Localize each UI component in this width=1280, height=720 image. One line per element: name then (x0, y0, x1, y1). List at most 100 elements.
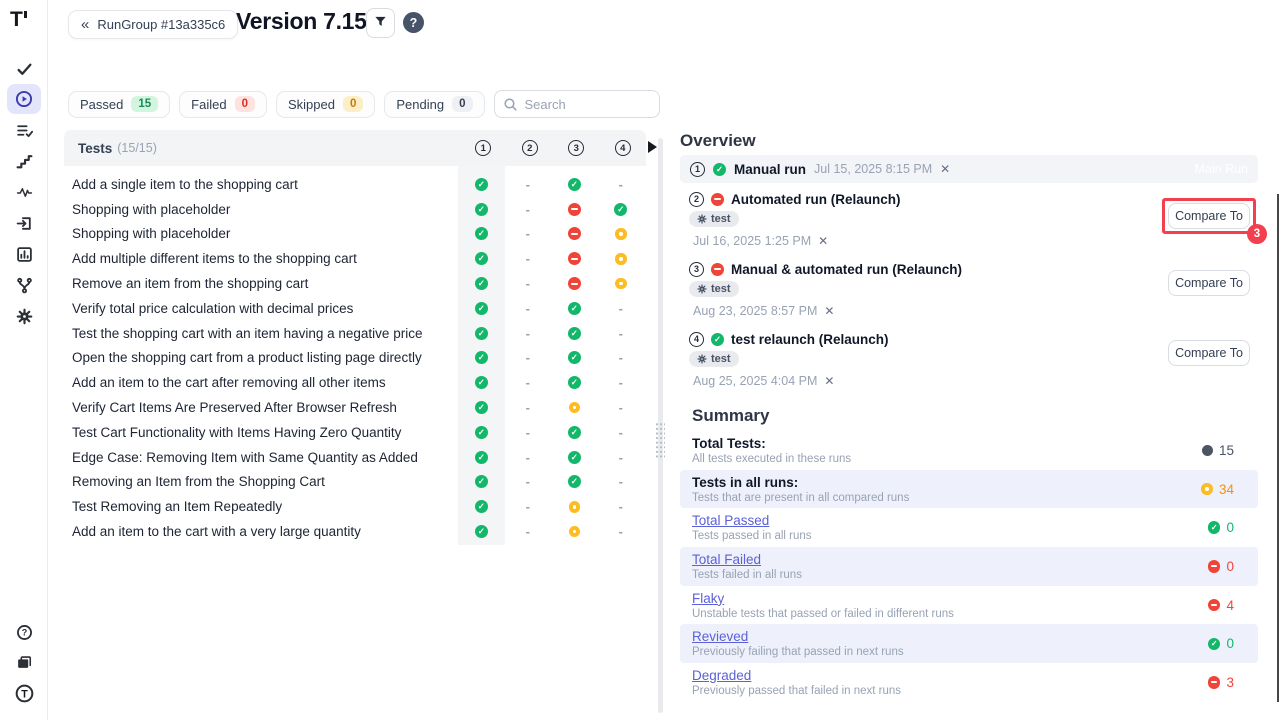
compare-to-button[interactable]: Compare To (1168, 203, 1250, 229)
compare-to-button[interactable]: Compare To (1168, 270, 1250, 296)
check-green-icon (1208, 521, 1221, 534)
status-icon-passed (475, 277, 488, 290)
close-icon[interactable]: ✕ (824, 304, 834, 318)
table-row[interactable]: Removing an Item from the Shopping Cart (64, 470, 646, 495)
filter-chip-failed[interactable]: Failed 0 (179, 91, 267, 118)
analytics-icon[interactable] (7, 239, 41, 269)
filter-chip-pending[interactable]: Pending 0 (384, 91, 484, 118)
status-icon-none (526, 450, 530, 465)
close-icon[interactable]: ✕ (940, 162, 950, 176)
summary-label[interactable]: Total Failed (692, 552, 802, 567)
column-run-1[interactable]: 1 (475, 140, 491, 156)
status-icon-failed (711, 263, 724, 276)
column-run-3[interactable]: 3 (568, 140, 584, 156)
tag-label: test (711, 213, 731, 225)
help-badge-icon[interactable]: ? (403, 12, 424, 33)
status-icon-none (619, 400, 623, 415)
sidebar: T ? T (0, 0, 48, 720)
summary-sublabel: Tests that are present in all compared r… (692, 492, 909, 504)
status-icon-none (526, 326, 530, 341)
runs-icon[interactable] (7, 84, 41, 114)
run-tag[interactable]: test (689, 281, 739, 297)
table-row[interactable]: Verify Cart Items Are Preserved After Br… (64, 395, 646, 420)
table-row[interactable]: Add a single item to the shopping cart (64, 172, 646, 197)
table-row[interactable]: Verify total price calculation with deci… (64, 296, 646, 321)
chip-count-badge: 0 (235, 96, 255, 112)
table-row[interactable]: Edge Case: Removing Item with Same Quant… (64, 445, 646, 470)
summary-heading: Summary (692, 406, 769, 426)
table-row[interactable]: Add multiple different items to the shop… (64, 246, 646, 271)
status-icon-passed (568, 475, 581, 488)
status-icon-none (526, 425, 530, 440)
status-icon-skipped (615, 253, 627, 265)
table-row[interactable]: Test the shopping cart with an item havi… (64, 321, 646, 346)
table-row[interactable]: Shopping with placeholder (64, 222, 646, 247)
splitter-grip-handle[interactable] (655, 422, 665, 460)
table-row[interactable]: Remove an item from the shopping cart (64, 271, 646, 296)
column-run-2[interactable]: 2 (522, 140, 538, 156)
summary-value: 0 (1226, 559, 1234, 574)
search-input[interactable] (494, 90, 660, 118)
tests-table: Tests (15/15) 1 2 3 4 Add a single item … (64, 130, 646, 545)
profile-logo-icon[interactable]: T (7, 678, 41, 708)
steps-icon[interactable] (7, 146, 41, 176)
table-row[interactable]: Shopping with placeholder (64, 197, 646, 222)
close-icon[interactable]: ✕ (818, 234, 828, 248)
status-icon-passed (475, 500, 488, 513)
vertical-scrollbar[interactable] (1277, 194, 1279, 702)
funnel-icon (373, 14, 388, 32)
summary-row: Total Failed Tests failed in all runs 0 (680, 547, 1258, 586)
status-icon-none (619, 524, 623, 539)
status-icon-none (526, 499, 530, 514)
run-date: Aug 23, 2025 8:57 PM (693, 304, 817, 318)
branch-icon[interactable] (7, 270, 41, 300)
gear-icon (697, 354, 707, 364)
run-tag[interactable]: test (689, 211, 739, 227)
compare-to-label: Compare To (1175, 209, 1243, 223)
filter-chip-passed[interactable]: Passed 15 (68, 91, 170, 118)
comparison-panel: Overview 1 Manual run Jul 15, 2025 8:15 … (680, 0, 1258, 720)
table-row[interactable]: Add an item to the cart after removing a… (64, 370, 646, 395)
tests-header-title: Tests (78, 141, 112, 156)
filter-button[interactable] (366, 8, 395, 38)
collapse-panel-icon[interactable] (648, 141, 657, 153)
settings-icon[interactable] (7, 301, 41, 331)
pulse-icon[interactable] (7, 177, 41, 207)
test-name: Add a single item to the shopping cart (64, 177, 458, 192)
column-run-4[interactable]: 4 (615, 140, 631, 156)
run-item: 3 Manual & automated run (Relaunch) test… (680, 260, 1258, 330)
summary-row: Total Passed Tests passed in all runs 0 (680, 508, 1258, 547)
summary-row: Tests in all runs: Tests that are presen… (680, 470, 1258, 509)
back-to-rungroup-button[interactable]: « RunGroup #13a335c6 (68, 10, 238, 39)
run-name: Manual run (734, 162, 806, 177)
status-icon-passed (568, 451, 581, 464)
status-icon-none (526, 276, 530, 291)
docs-icon[interactable] (7, 647, 41, 677)
table-row[interactable]: Test Removing an Item Repeatedly (64, 494, 646, 519)
help-icon[interactable]: ? (7, 617, 41, 647)
summary-label[interactable]: Degraded (692, 668, 901, 683)
table-row[interactable]: Open the shopping cart from a product li… (64, 346, 646, 371)
status-icon-failed (568, 203, 581, 216)
filter-chip-skipped[interactable]: Skipped 0 (276, 91, 375, 118)
compare-to-button[interactable]: Compare To (1168, 340, 1250, 366)
import-icon[interactable] (7, 208, 41, 238)
run-tag[interactable]: test (689, 351, 739, 367)
summary-label[interactable]: Total Passed (692, 513, 812, 528)
status-icon-none (526, 524, 530, 539)
checkmark-icon[interactable] (7, 54, 41, 84)
run-name: Automated run (Relaunch) (731, 192, 901, 207)
summary-label[interactable]: Flaky (692, 591, 954, 606)
close-icon[interactable]: ✕ (824, 374, 834, 388)
app-logo[interactable]: T (10, 8, 22, 32)
test-list-icon[interactable] (7, 115, 41, 145)
status-icon-passed (568, 376, 581, 389)
status-icon-none (619, 499, 623, 514)
table-row[interactable]: Add an item to the cart with a very larg… (64, 519, 646, 544)
summary-sublabel: Tests failed in all runs (692, 569, 802, 581)
status-icon-skipped (615, 228, 627, 240)
summary-label[interactable]: Revieved (692, 629, 904, 644)
table-row[interactable]: Test Cart Functionality with Items Havin… (64, 420, 646, 445)
run-item-main[interactable]: 1 Manual run Jul 15, 2025 8:15 PM ✕ Main… (680, 155, 1258, 183)
status-icon-passed (475, 401, 488, 414)
